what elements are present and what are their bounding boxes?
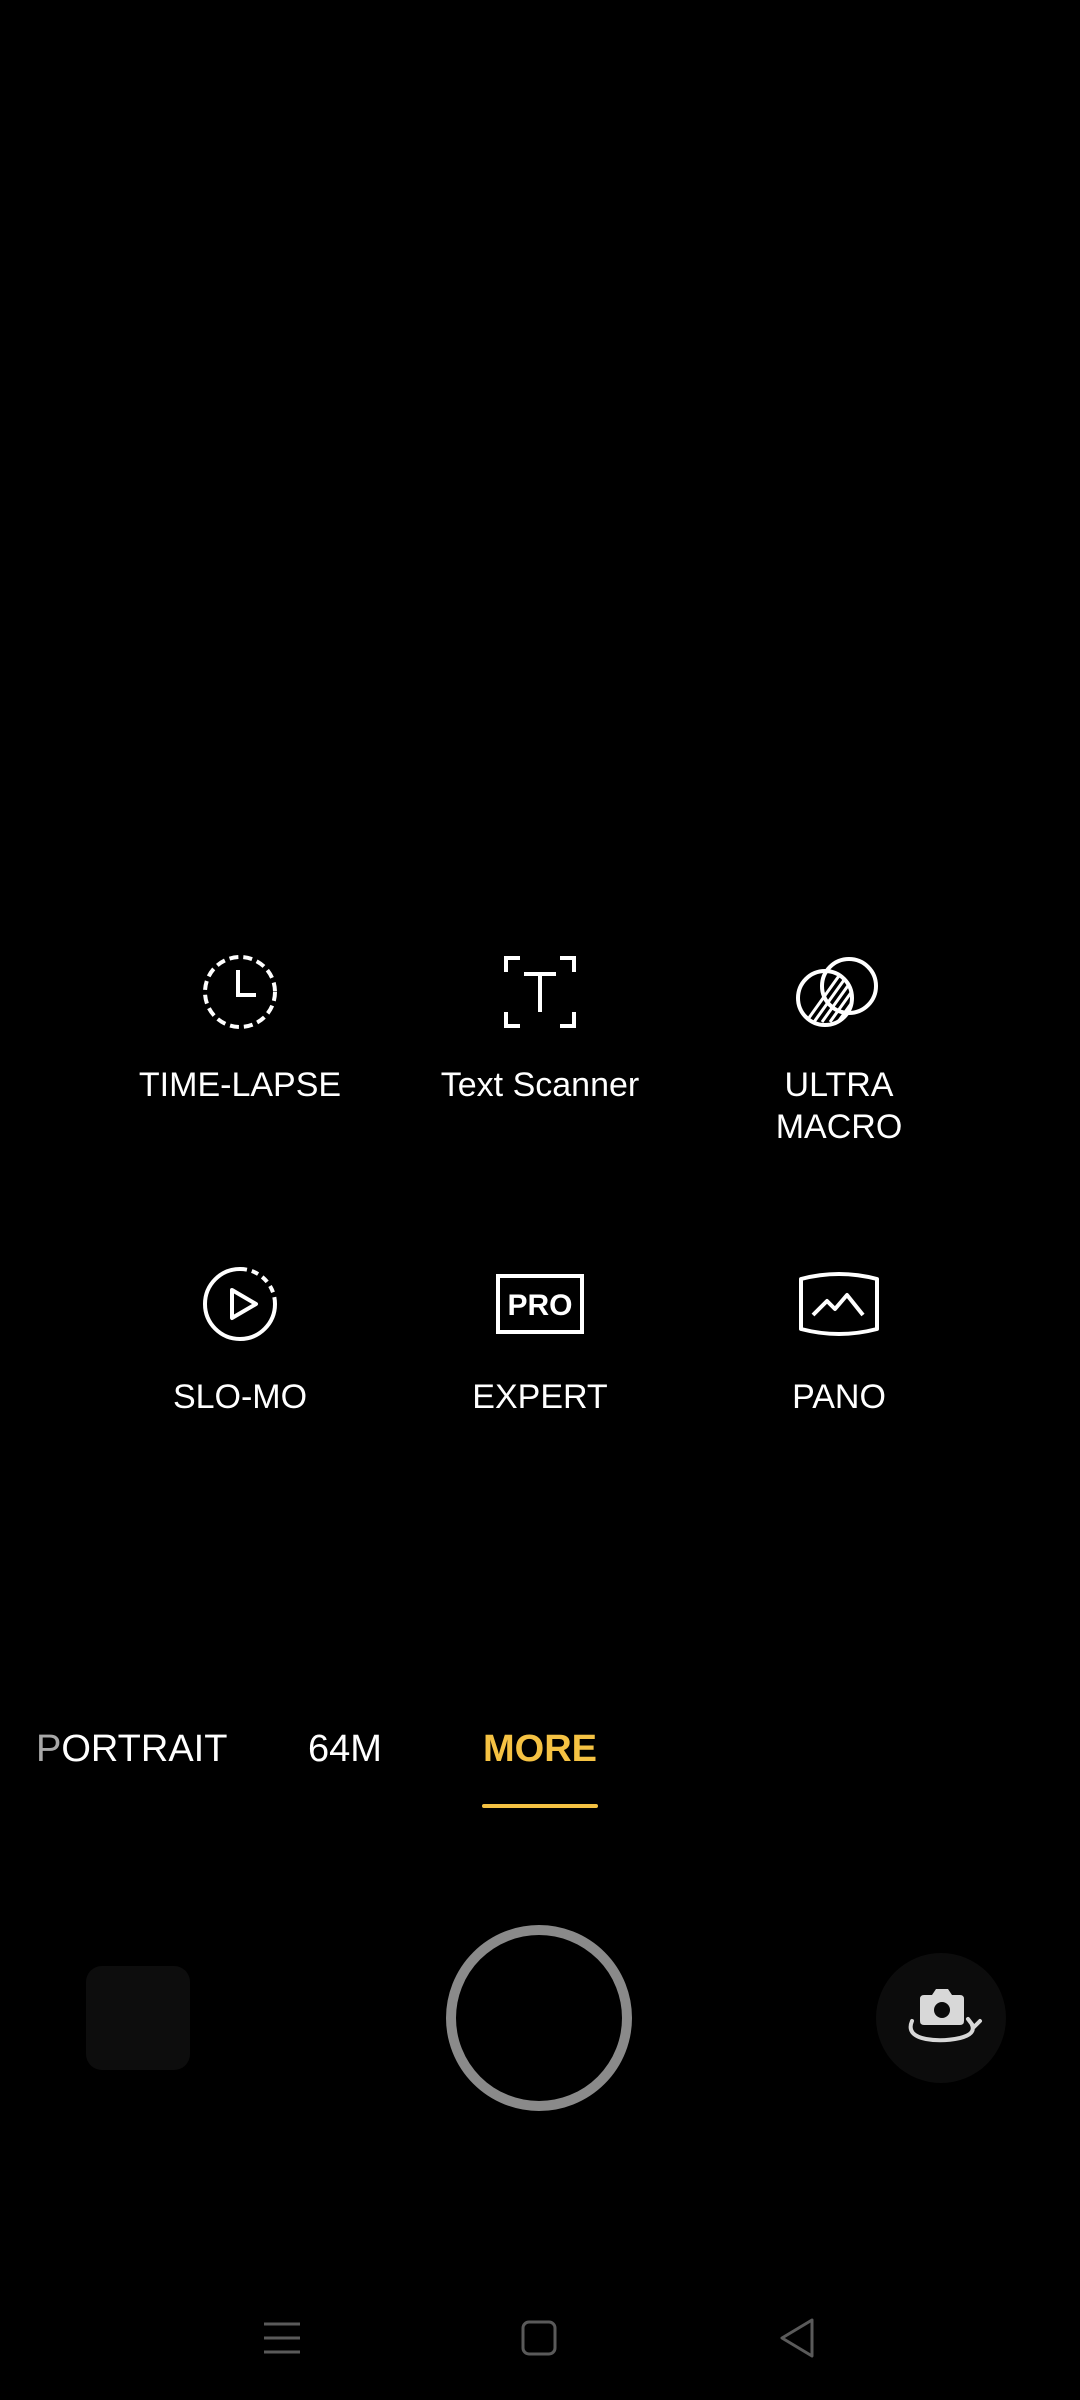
mode-label: TIME-LAPSE [138, 1066, 342, 1104]
mode-text-scanner[interactable]: Text Scanner [390, 944, 690, 1106]
tab-portrait-first-letter: P [36, 1728, 62, 1770]
mode-time-lapse[interactable]: TIME-LAPSE [90, 944, 390, 1106]
nav-back-button[interactable] [766, 2310, 826, 2370]
menu-icon [262, 2320, 302, 2361]
camera-flip-icon [896, 1981, 986, 2056]
home-icon [519, 2318, 559, 2363]
timer-icon [192, 944, 288, 1040]
mode-slo-mo[interactable]: SLO-MO [90, 1256, 390, 1418]
tab-more[interactable]: MORE [483, 1724, 597, 1774]
text-scanner-icon [492, 944, 588, 1040]
mode-label: Text Scanner [440, 1066, 640, 1104]
mode-label: PANO [792, 1378, 886, 1416]
tab-selected-indicator [482, 1804, 598, 1808]
system-navigation-bar [0, 2280, 1080, 2390]
more-modes-grid: TIME-LAPSE Text Scanner ULTRA MACRO SLO-… [0, 920, 1080, 1440]
ultra-macro-icon [791, 944, 887, 1040]
gallery-thumbnail[interactable] [86, 1966, 190, 2070]
mode-expert[interactable]: PRO EXPERT [390, 1256, 690, 1418]
flip-camera-button[interactable] [876, 1953, 1006, 2083]
pro-icon-text: PRO [507, 1289, 572, 1322]
mode-label: SLO-MO [172, 1378, 308, 1416]
nav-recent-apps-button[interactable] [252, 2310, 312, 2370]
mode-label: EXPERT [472, 1378, 608, 1416]
tab-portrait-label: ORTRAIT [61, 1728, 228, 1770]
mode-label: ULTRA MACRO [775, 1066, 903, 1146]
slow-motion-icon [192, 1256, 288, 1352]
panorama-icon [791, 1256, 887, 1352]
nav-home-button[interactable] [509, 2310, 569, 2370]
mode-ultra-macro[interactable]: ULTRA MACRO [689, 944, 989, 1148]
camera-mode-tabs: PORTRAIT 64M MORE [0, 1700, 1080, 1820]
tab-portrait[interactable]: PORTRAIT [36, 1724, 227, 1774]
back-icon [776, 2316, 816, 2365]
pro-icon: PRO [492, 1256, 588, 1352]
shutter-button[interactable] [446, 1925, 632, 2111]
tab-64m[interactable]: 64M [308, 1724, 382, 1774]
mode-pano[interactable]: PANO [689, 1256, 989, 1418]
